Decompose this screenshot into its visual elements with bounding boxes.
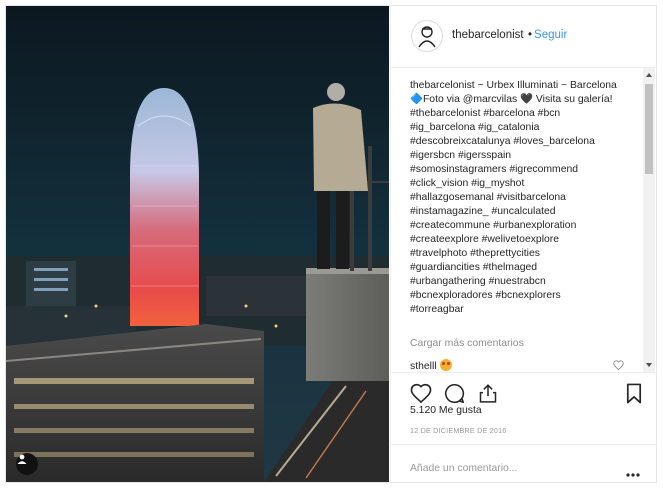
scroll-down-arrow[interactable] — [646, 363, 652, 367]
comment-username[interactable]: sthelll — [410, 361, 437, 372]
heart-eyes-emoji — [439, 359, 452, 371]
share-icon[interactable] — [478, 383, 498, 404]
hashtag-line[interactable]: #bcnexploradores #bcnexplorers — [410, 289, 628, 303]
header-username[interactable]: thebarcelonist — [452, 29, 524, 41]
hashtag-line[interactable]: #travelphoto #theprettycities — [410, 247, 628, 261]
hashtag-line[interactable]: #descobreixcatalunya #loves_barcelona — [410, 135, 628, 149]
hashtag-line[interactable]: #ig_barcelona #ig_catalonia — [410, 121, 628, 135]
hashtag-line[interactable]: #click_vision #ig_myshot — [410, 177, 628, 191]
likes-count[interactable]: 5.120 Me gusta — [410, 405, 482, 416]
hashtag-list: #thebarcelonist #barcelona #bcn #ig_barce… — [410, 107, 628, 317]
hashtag-line[interactable]: #instamagazine_ #uncalculated — [410, 205, 628, 219]
hashtag-line[interactable]: #torreagbar — [410, 303, 628, 317]
follow-label: Seguir — [534, 29, 568, 41]
post-header: thebarcelonist • Seguir — [391, 6, 657, 68]
post-date[interactable]: 12 DE DICIEMBRE DE 2016 — [410, 426, 506, 435]
hashtag-line[interactable]: #hallazgosemanal #visitbarcelona — [410, 191, 628, 205]
heart-icon[interactable] — [410, 383, 432, 403]
scrollbar-thumb[interactable] — [645, 84, 653, 174]
comments-section: thebarcelonist ~ Urbex Illuminati ~ Barc… — [391, 68, 657, 372]
follow-button[interactable]: • Seguir — [528, 29, 567, 41]
load-more-comments-button[interactable]: Cargar más comentarios — [410, 338, 524, 349]
post-card: thebarcelonist • Seguir thebarcelonist ~ … — [5, 5, 657, 483]
more-options-button[interactable] — [626, 464, 640, 482]
caption-username[interactable]: thebarcelonist — [410, 80, 475, 91]
comment-icon[interactable] — [444, 383, 465, 404]
bookmark-icon[interactable] — [626, 383, 642, 404]
comments-scrollbar[interactable] — [643, 68, 655, 372]
post-sidebar: thebarcelonist • Seguir thebarcelonist ~ … — [390, 6, 657, 482]
photo-illustration — [6, 6, 389, 482]
post-photo[interactable] — [6, 6, 389, 482]
hashtag-line[interactable]: #igersbcn #igersspain — [410, 149, 628, 163]
hashtag-line[interactable]: #createcommune #urbanexploration — [410, 219, 628, 233]
hashtag-line[interactable]: #createexplore #welivetoexplore — [410, 233, 628, 247]
post-caption: thebarcelonist ~ Urbex Illuminati ~ Barc… — [410, 79, 628, 317]
hashtag-line[interactable]: #somosinstagramers #igrecommend — [410, 163, 628, 177]
add-comment-bar: Añade un comentario... — [391, 444, 657, 483]
avatar[interactable] — [411, 20, 443, 52]
add-comment-input[interactable]: Añade un comentario... — [410, 463, 517, 474]
follow-separator: • — [528, 29, 533, 41]
scroll-up-arrow[interactable] — [646, 73, 652, 77]
hashtag-line[interactable]: #thebarcelonist #barcelona #bcn — [410, 107, 628, 121]
comment-like-icon[interactable] — [613, 360, 624, 370]
hashtag-line[interactable]: #urbangathering #nuestrabcn — [410, 275, 628, 289]
hashtag-line[interactable]: #guardiancities #thelmaged — [410, 261, 628, 275]
user-tag-icon[interactable] — [16, 453, 38, 475]
comment-item: sthelll — [410, 359, 452, 372]
